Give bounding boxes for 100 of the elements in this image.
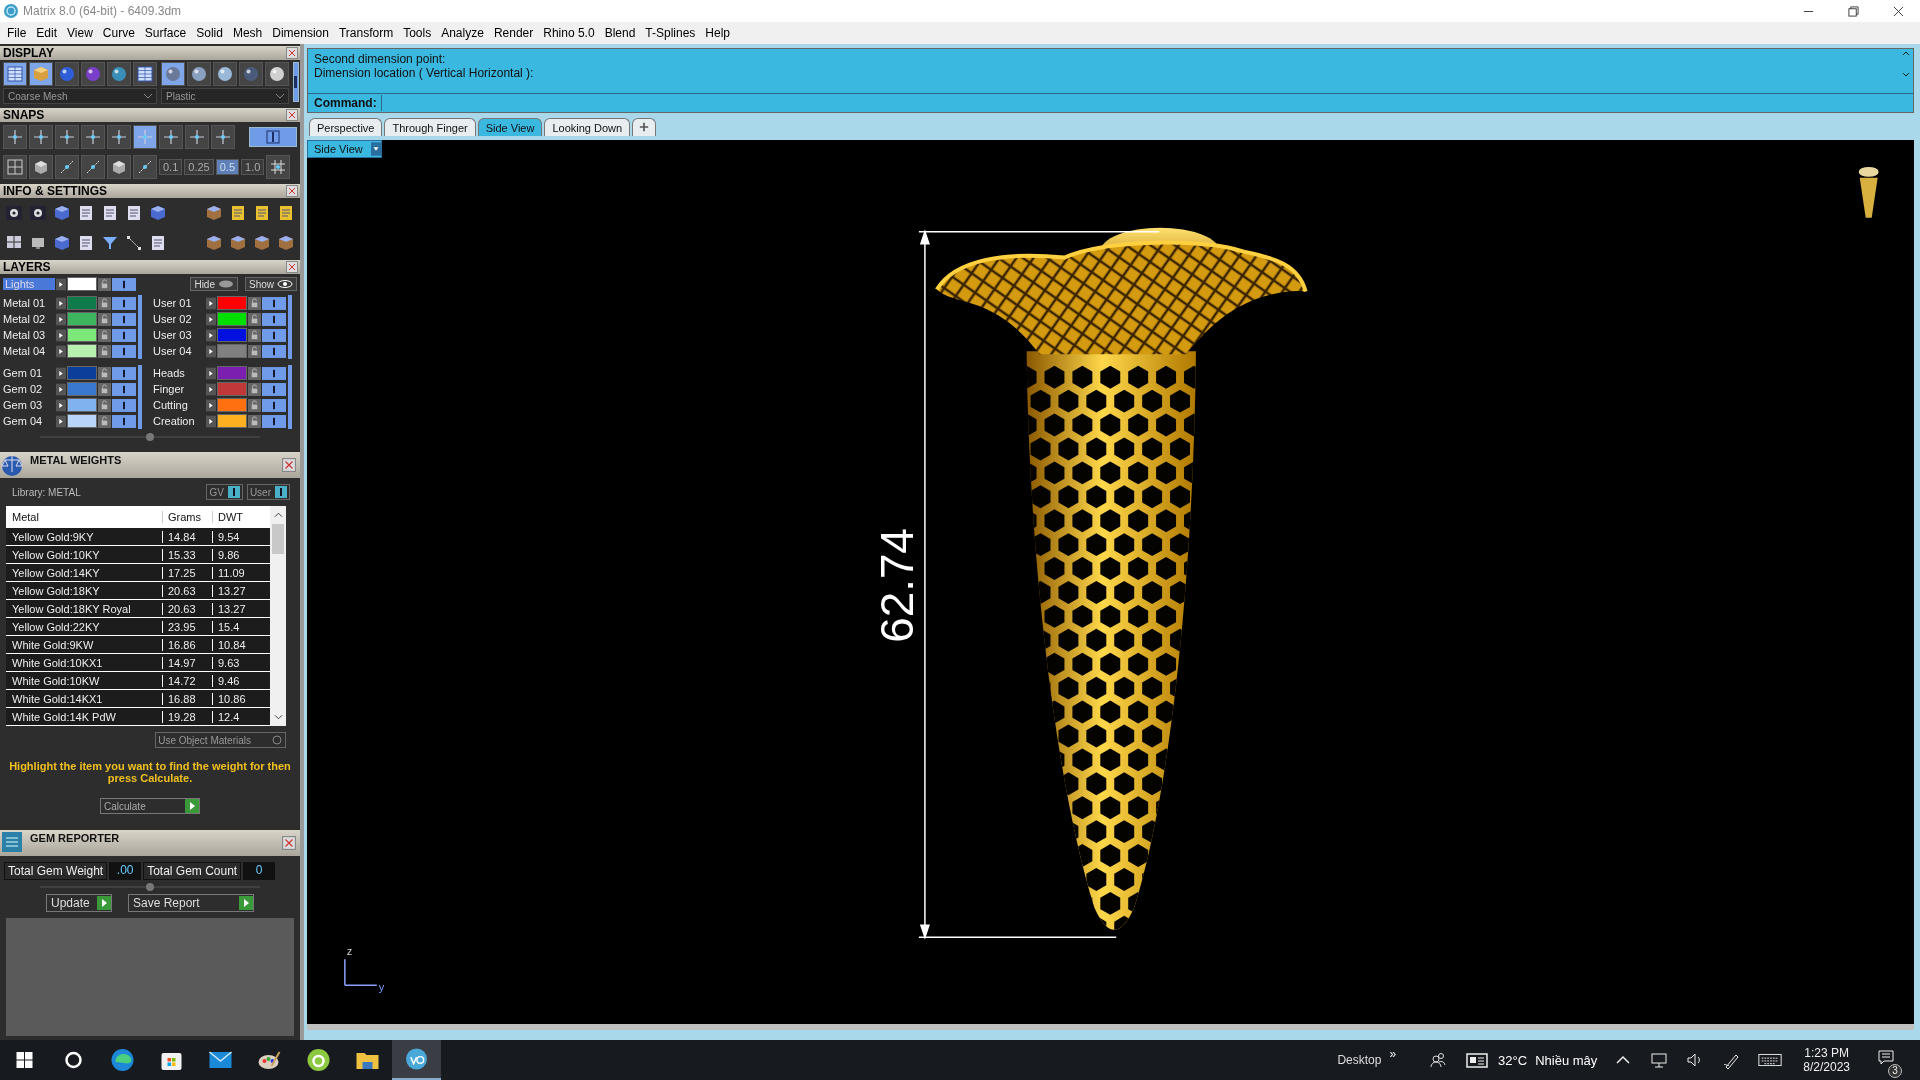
restore-icon[interactable] xyxy=(1848,5,1859,17)
color-swatch[interactable] xyxy=(67,382,97,396)
add-tab-button[interactable] xyxy=(632,118,657,136)
snap-button[interactable] xyxy=(29,155,53,179)
show-button[interactable]: Show xyxy=(245,277,297,291)
color-swatch[interactable] xyxy=(67,344,97,358)
viewport[interactable]: 62.74 z y Side View xyxy=(307,140,1914,1030)
menu-item[interactable]: Surface xyxy=(139,24,192,42)
visibility-toggle[interactable] xyxy=(112,296,136,310)
lock-icon[interactable] xyxy=(98,414,111,428)
snap-button[interactable] xyxy=(3,155,27,179)
tool-button[interactable] xyxy=(133,62,157,86)
visibility-toggle[interactable] xyxy=(262,312,286,326)
menu-item[interactable]: Mesh xyxy=(227,24,268,42)
menu-item[interactable]: Curve xyxy=(97,24,140,42)
snap-button[interactable] xyxy=(185,125,209,149)
snap-button[interactable] xyxy=(107,155,131,179)
snap-button[interactable] xyxy=(55,155,79,179)
caret-icon[interactable] xyxy=(56,344,66,358)
caret-icon[interactable] xyxy=(206,366,216,380)
menu-item[interactable]: Solid xyxy=(191,24,228,42)
visibility-toggle[interactable] xyxy=(112,344,136,358)
chevron-down-icon[interactable] xyxy=(273,714,283,720)
lock-icon[interactable] xyxy=(248,312,261,326)
menu-item[interactable]: T-Splines xyxy=(640,24,701,42)
layer-name[interactable]: Metal 01 xyxy=(3,297,55,309)
snap-button[interactable] xyxy=(55,125,79,149)
snap-button[interactable] xyxy=(81,125,105,149)
layer-name[interactable]: User 01 xyxy=(153,297,205,309)
lock-icon[interactable] xyxy=(98,398,111,412)
column-header[interactable]: Metal xyxy=(6,511,163,523)
lock-icon[interactable] xyxy=(248,382,261,396)
color-swatch[interactable] xyxy=(67,366,97,380)
lock-icon[interactable] xyxy=(98,344,111,358)
layer-name[interactable]: Finger xyxy=(153,383,205,395)
increment-button[interactable]: 0.1 xyxy=(159,159,183,175)
menu-item[interactable]: Analyze xyxy=(436,24,489,42)
layer-name[interactable]: Cutting xyxy=(153,399,205,411)
column-header[interactable]: DWT xyxy=(213,511,270,523)
lock-icon[interactable] xyxy=(98,382,111,396)
menu-item[interactable]: View xyxy=(62,24,98,42)
snap-button[interactable] xyxy=(266,155,291,179)
caret-icon[interactable] xyxy=(206,312,216,326)
caret-icon[interactable] xyxy=(56,398,66,412)
caret-icon[interactable] xyxy=(56,328,66,342)
scrollbar[interactable] xyxy=(288,295,292,359)
visibility-toggle[interactable] xyxy=(112,366,136,380)
menu-item[interactable]: File xyxy=(2,24,32,42)
report-button[interactable]: Update xyxy=(46,894,112,912)
visibility-toggle[interactable] xyxy=(262,296,286,310)
close-icon[interactable] xyxy=(1893,5,1904,17)
visibility-toggle[interactable] xyxy=(262,344,286,358)
visibility-toggle[interactable] xyxy=(262,398,286,412)
color-swatch[interactable] xyxy=(67,414,97,428)
caret-icon[interactable] xyxy=(56,312,66,326)
visibility-toggle[interactable] xyxy=(262,382,286,396)
color-swatch[interactable] xyxy=(217,414,247,428)
menu-item[interactable]: Edit xyxy=(31,24,63,42)
increment-button[interactable]: 1.0 xyxy=(241,159,265,175)
scroll-thumb[interactable] xyxy=(272,524,284,554)
app-icon[interactable] xyxy=(392,1040,441,1080)
toggle-button[interactable]: GV xyxy=(206,484,243,500)
lock-icon[interactable] xyxy=(248,328,261,342)
tool-button[interactable] xyxy=(187,62,211,86)
caret-icon[interactable] xyxy=(206,296,216,310)
caret-icon[interactable] xyxy=(206,382,216,396)
snap-button[interactable] xyxy=(133,155,157,179)
tool-button[interactable] xyxy=(213,62,237,86)
visibility-toggle[interactable] xyxy=(112,382,136,396)
snap-button[interactable] xyxy=(159,125,183,149)
view-tab[interactable]: Through Finger xyxy=(384,118,476,136)
news-icon[interactable] xyxy=(1464,1050,1491,1070)
visibility-toggle[interactable] xyxy=(112,414,136,428)
calculate-button[interactable]: Calculate xyxy=(100,798,200,814)
column-header[interactable]: Grams xyxy=(163,511,213,523)
menu-item[interactable]: Tools xyxy=(398,24,437,42)
view-tab[interactable]: Looking Down xyxy=(544,118,631,136)
snap-button[interactable] xyxy=(133,125,157,149)
snap-button[interactable] xyxy=(107,125,131,149)
color-swatch[interactable] xyxy=(217,344,247,358)
color-swatch[interactable] xyxy=(217,312,247,326)
color-swatch[interactable] xyxy=(67,328,97,342)
caret-icon[interactable] xyxy=(56,414,66,428)
visibility-toggle[interactable] xyxy=(262,328,286,342)
menu-item[interactable]: Help xyxy=(700,24,736,42)
color-swatch[interactable] xyxy=(67,312,97,326)
caret-icon[interactable] xyxy=(56,296,66,310)
hide-button[interactable]: Hide xyxy=(190,277,238,291)
layer-name[interactable]: Heads xyxy=(153,367,205,379)
color-swatch[interactable] xyxy=(67,398,97,412)
clock-time[interactable]: 1:23 PM xyxy=(1804,1046,1849,1060)
color-swatch[interactable] xyxy=(217,328,247,342)
ring-drawing[interactable] xyxy=(935,227,1308,930)
toggle-switch[interactable] xyxy=(293,62,299,102)
mesh-dropdown[interactable]: Coarse Mesh xyxy=(3,88,157,104)
layer-name[interactable]: Gem 02 xyxy=(3,383,55,395)
collapse-handle[interactable] xyxy=(40,882,260,892)
collapse-handle[interactable] xyxy=(40,432,260,442)
temperature-text[interactable]: 32°C xyxy=(1498,1052,1528,1068)
layer-name[interactable]: User 02 xyxy=(153,313,205,325)
